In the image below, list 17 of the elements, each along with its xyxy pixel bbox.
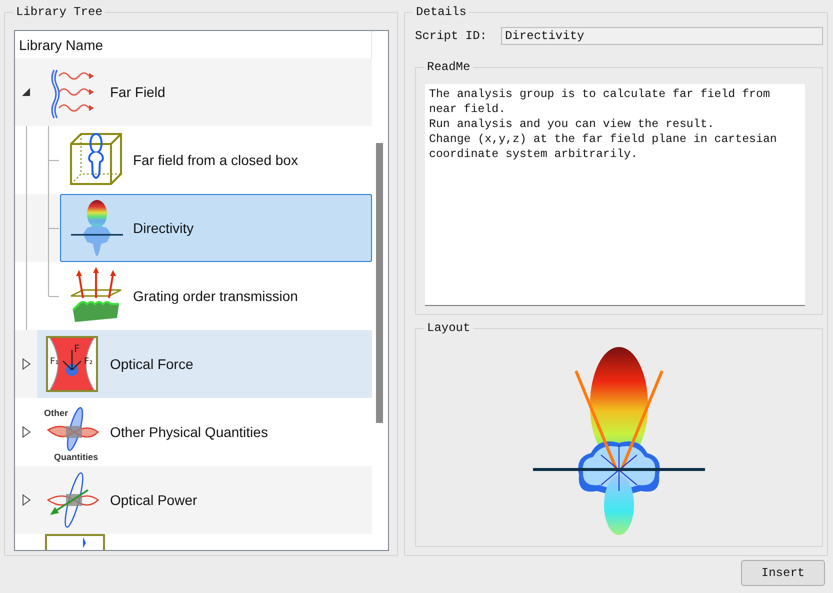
tree-item[interactable]: Other Quantities Other Physical Quantities <box>37 398 372 466</box>
field-label: Script ID: <box>415 28 488 43</box>
script-id-field[interactable]: Directivity <box>501 26 823 45</box>
group-title: Library Tree <box>13 4 106 20</box>
tree-item[interactable]: Grating order transmission <box>60 262 372 330</box>
readme-text[interactable]: The analysis group is to calculate far field from near field. Run analysis and you can view the result. Change (x,y,z) at the far field plane in cartesian coordinate system arbitrarily. <box>425 84 805 306</box>
insert-button[interactable]: Insert <box>741 560 825 586</box>
tree-item[interactable]: Directivity <box>60 194 372 262</box>
scrollbar-thumb[interactable] <box>376 143 383 423</box>
expand-arrow-icon[interactable] <box>20 86 32 98</box>
expand-arrow-icon[interactable] <box>20 426 32 438</box>
ellipses-icon <box>44 470 100 530</box>
expand-arrow-icon[interactable] <box>20 358 32 370</box>
expand-arrow-icon[interactable] <box>20 494 32 506</box>
tree-item[interactable]: Far field from a closed box <box>60 126 372 194</box>
frame-icon <box>45 534 105 550</box>
group-title: Layout <box>424 320 474 336</box>
